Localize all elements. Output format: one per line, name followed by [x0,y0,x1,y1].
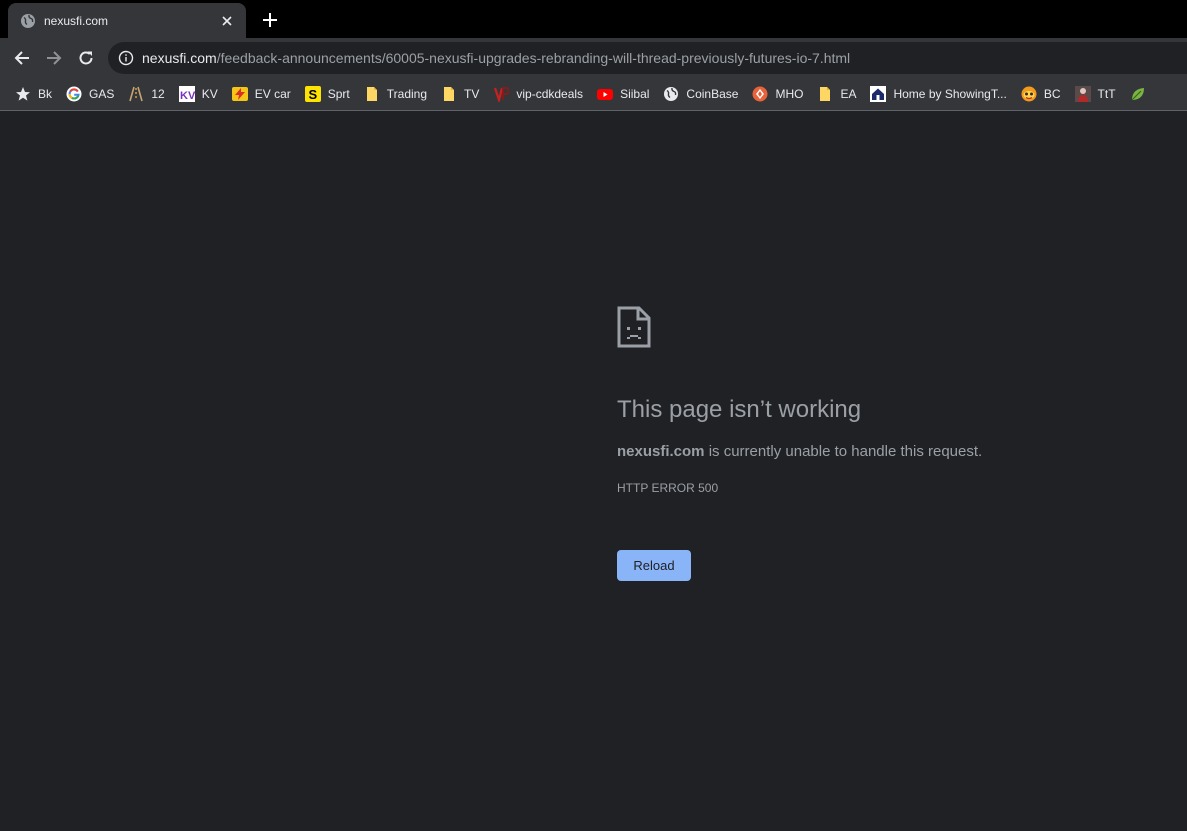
tab-strip: nexusfi.com [0,0,1187,38]
bookmark-label: TV [464,87,480,101]
bookmark-mho[interactable]: MHO [745,81,810,107]
bookmark-label: TtT [1097,87,1116,101]
bookmark-label: Trading [386,87,428,101]
bookmark-label: vip-cdkdeals [516,87,584,101]
error-host: nexusfi.com [617,443,705,460]
info-icon[interactable] [118,50,134,66]
address-bar[interactable]: nexusfi.com/feedback-announcements/60005… [108,42,1187,74]
tab-title: nexusfi.com [44,13,109,28]
url-text: nexusfi.com/feedback-announcements/60005… [142,50,850,66]
face-icon [1021,86,1037,102]
page-content: This page isn’t working nexusfi.com is c… [0,112,1187,831]
error-title: This page isn’t working [617,396,862,423]
bookmark-leaf[interactable] [1123,81,1153,107]
back-button[interactable] [8,44,36,72]
bookmark-label: Bk [38,87,53,101]
plus-icon [263,13,277,27]
bookmark-label: Sprt [327,87,350,101]
new-tab-button[interactable] [258,9,282,31]
folder-icon [366,87,377,101]
youtube-icon [597,89,614,100]
reload-button[interactable]: Reload [617,550,691,581]
svg-text:S: S [308,87,317,102]
error-message: is currently unable to handle this reque… [704,443,983,460]
arrow-right-icon [47,51,62,65]
toolbar: nexusfi.com/feedback-announcements/60005… [0,38,1187,78]
globe-icon [664,87,679,101]
error-code: HTTP ERROR 500 [617,481,719,495]
bookmark-label: MHO [775,87,804,101]
bookmark-label: EA [840,87,857,101]
refresh-icon [79,51,93,65]
bookmark-bc[interactable]: BC [1014,81,1068,107]
bookmark-label: Home by ShowingT... [893,87,1007,101]
bookmark-ev-car[interactable]: EV car [225,81,298,107]
bookmark-bk[interactable]: Bk [8,81,59,107]
road-icon [129,86,144,102]
s-icon: S [304,86,321,102]
bookmark-label: Siibal [620,87,650,101]
tab-active[interactable]: nexusfi.com [8,3,246,38]
url-host: nexusfi.com [142,50,217,66]
folder-icon [444,87,455,101]
bookmark-label: EV car [254,87,291,101]
bookmark-trading[interactable]: Trading [357,81,434,107]
error-description: nexusfi.com is currently unable to handl… [617,443,982,460]
bookmark-vip-cdkdeals[interactable]: vip-cdkdeals [486,81,590,107]
sad-page-icon [617,306,651,348]
bookmark-label: GAS [89,87,115,101]
bookmark-ttt[interactable]: TtT [1068,81,1123,107]
bookmark-coinbase[interactable]: CoinBase [656,81,745,107]
diamond-icon [752,86,768,102]
person-icon [1074,86,1091,102]
reload-toolbar-button[interactable] [72,44,100,72]
google-icon [66,86,82,102]
bookmark-ea[interactable]: EA [810,81,863,107]
bookmarks-bar: Bk GAS 12 KV KV EV car S Sprt Trading TV… [0,78,1187,111]
forward-button[interactable] [40,44,68,72]
bookmark-label: CoinBase [686,87,739,101]
kv-icon: KV [178,86,195,102]
bookmark-showingtime[interactable]: Home by ShowingT... [863,81,1013,107]
folder-icon [820,87,831,101]
star-icon [16,87,30,101]
globe-icon [21,13,35,28]
bookmark-label: BC [1043,87,1061,101]
bolt-icon [231,87,248,101]
bookmark-sprt[interactable]: S Sprt [298,81,357,107]
svg-text:KV: KV [180,90,195,102]
leaf-icon [1131,88,1144,101]
arrow-left-icon [14,51,29,65]
bookmark-kv[interactable]: KV KV [172,81,225,107]
house-icon [870,86,887,102]
bookmark-siibal[interactable]: Siibal [590,81,656,107]
bookmark-tv[interactable]: TV [434,81,486,107]
vip-icon [494,87,510,102]
url-path: /feedback-announcements/60005-nexusfi-up… [216,50,851,66]
bookmark-label: KV [201,87,218,101]
bookmark-gas[interactable]: GAS [59,81,121,107]
bookmark-12[interactable]: 12 [121,81,171,107]
bookmark-label: 12 [151,87,165,101]
close-icon[interactable] [218,12,236,30]
